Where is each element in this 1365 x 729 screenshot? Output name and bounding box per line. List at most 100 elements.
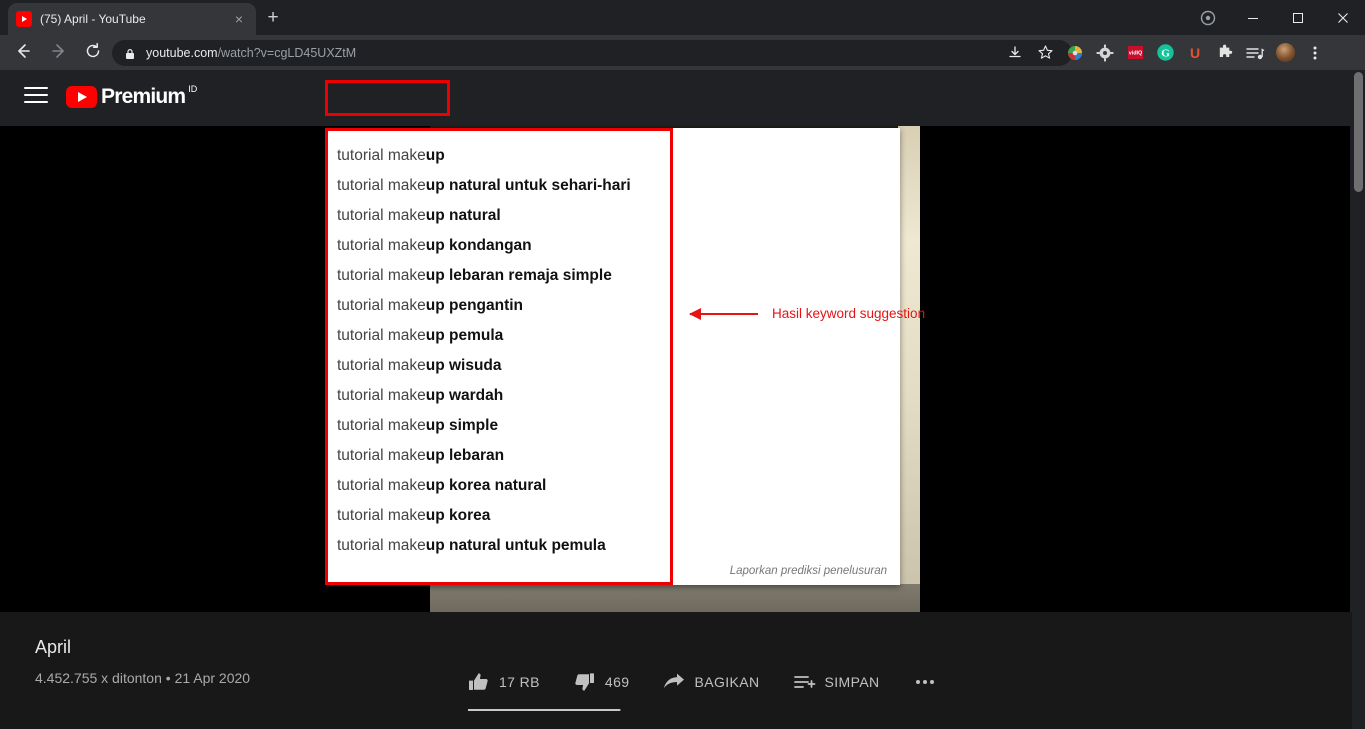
share-label: BAGIKAN (694, 674, 760, 690)
browser-window: (75) April - YouTube × + youtube.com/wat… (0, 0, 1365, 729)
shield-status-icon[interactable] (1185, 0, 1230, 35)
scrollbar-thumb[interactable] (1354, 72, 1363, 192)
suggestion-prefix: tutorial make (337, 417, 426, 434)
suggestion-completion: up natural untuk pemula (425, 537, 606, 554)
browser-toolbar: youtube.com/watch?v=cgLD45UXZtM vidIQ G (0, 35, 1365, 70)
suggestion-prefix: tutorial make (337, 447, 426, 464)
youtube-favicon-icon (16, 11, 32, 27)
grammarly-icon[interactable]: G (1150, 35, 1180, 70)
url-domain: youtube.com (146, 46, 218, 60)
browser-tab[interactable]: (75) April - YouTube × (8, 3, 256, 35)
suggestion-prefix: tutorial make (337, 267, 426, 284)
ublock-icon[interactable]: U (1180, 35, 1210, 70)
new-tab-button[interactable]: + (262, 8, 284, 30)
suggestion-item[interactable]: tutorial make up korea natural (337, 471, 900, 501)
like-count: 17 RB (499, 674, 540, 690)
suggestion-prefix: tutorial make (337, 387, 426, 404)
save-button[interactable]: SIMPAN (793, 672, 880, 692)
video-info-section: April 4.452.755 x ditonton • 21 Apr 2020… (0, 612, 1353, 729)
suggestion-completion: up natural untuk sehari-hari (425, 177, 631, 194)
youtube-masthead: Premium ID Tuliskan di sini (0, 70, 1353, 184)
suggestion-completion: up pemula (425, 327, 504, 344)
suggestion-completion: up pengantin (425, 297, 524, 314)
download-icon[interactable] (1000, 35, 1030, 70)
annotation-arrow-icon (689, 307, 758, 320)
suggestion-item[interactable]: tutorial make up wardah (337, 381, 900, 411)
suggestion-completion: up kondangan (425, 237, 532, 254)
suggestion-prefix: tutorial make (337, 537, 426, 554)
tab-title: (75) April - YouTube (40, 12, 146, 26)
omnibox-actions: vidIQ G U (1000, 35, 1330, 70)
bookmark-star-icon[interactable] (1030, 35, 1060, 70)
suggestion-item[interactable]: tutorial make up natural untuk sehari-ha… (337, 171, 900, 201)
suggestions-list: tutorial make up tutorial make up natura… (327, 128, 900, 561)
suggestion-prefix: tutorial make (337, 477, 426, 494)
page-title: April (35, 637, 72, 657)
like-button[interactable]: 17 RB (468, 672, 540, 692)
suggestion-prefix: tutorial make (337, 357, 426, 374)
video-player[interactable]: 0:07 / 4:21 (0, 126, 1350, 612)
youtube-premium-logo[interactable]: Premium ID (66, 84, 198, 108)
suggestion-item[interactable]: tutorial make up natural untuk pemula (337, 531, 900, 561)
search-suggestions-panel[interactable]: tutorial make up tutorial make up natura… (327, 128, 900, 585)
suggestion-item[interactable]: tutorial make up wisuda (337, 351, 900, 381)
suggestion-prefix: tutorial make (337, 297, 426, 314)
suggestion-prefix: tutorial make (337, 177, 426, 194)
dislike-count: 469 (604, 674, 630, 690)
suggestion-prefix: tutorial make (337, 507, 426, 524)
maximize-window-button[interactable] (1275, 0, 1320, 35)
suggestion-completion: up lebaran remaja simple (425, 267, 612, 284)
suggestion-completion: up lebaran (425, 447, 505, 464)
logo-country-code: ID (188, 84, 198, 94)
save-label: SIMPAN (824, 674, 880, 690)
suggestion-item[interactable]: tutorial make up pemula (337, 321, 900, 351)
svg-text:vidIQ: vidIQ (1128, 51, 1141, 57)
kebab-menu-icon[interactable] (1300, 35, 1330, 70)
back-button[interactable] (12, 42, 34, 64)
suggestion-completion: up korea natural (425, 477, 547, 494)
close-tab-icon[interactable]: × (230, 12, 248, 26)
suggestion-item[interactable]: tutorial make up lebaran remaja simple (337, 261, 900, 291)
suggestion-item[interactable]: tutorial make up kondangan (337, 231, 900, 261)
like-ratio-remainder (620, 709, 621, 711)
lock-icon (124, 47, 136, 59)
suggestion-completion: up natural (425, 207, 501, 224)
close-window-button[interactable] (1320, 0, 1365, 35)
suggestion-completion: up simple (425, 417, 499, 434)
suggestion-completion: up (425, 147, 445, 164)
vidiq-icon[interactable]: vidIQ (1120, 35, 1150, 70)
puzzle-extensions-icon[interactable] (1210, 35, 1240, 70)
youtube-play-icon (66, 86, 97, 108)
suggestion-completion: up wisuda (425, 357, 502, 374)
address-bar[interactable]: youtube.com/watch?v=cgLD45UXZtM (112, 40, 1072, 66)
suggestion-item[interactable]: tutorial make up (337, 141, 900, 171)
video-meta: 4.452.755 x ditonton • 21 Apr 2020 (35, 670, 251, 686)
page-scrollbar[interactable] (1352, 70, 1365, 729)
dislike-button[interactable]: 469 (574, 672, 630, 692)
suggestion-item[interactable]: tutorial make up natural (337, 201, 900, 231)
profile-avatar[interactable] (1270, 35, 1300, 70)
logo-word: Premium (101, 85, 186, 108)
suggestion-item[interactable]: tutorial make up lebaran (337, 441, 900, 471)
suggestion-prefix: tutorial make (337, 237, 426, 254)
suggestion-completion: up wardah (425, 387, 504, 404)
playlist-extension-icon[interactable] (1240, 35, 1270, 70)
svg-text:G: G (1161, 48, 1170, 60)
hamburger-menu-icon[interactable] (24, 87, 48, 109)
suggestion-item[interactable]: tutorial make up korea (337, 501, 900, 531)
colorzilla-icon[interactable] (1060, 35, 1090, 70)
annotation-results-hint-label: Hasil keyword suggestion (772, 306, 926, 321)
more-actions-icon[interactable] (914, 678, 936, 686)
gear-extension-icon[interactable] (1090, 35, 1120, 70)
suggestion-item[interactable]: tutorial make up simple (337, 411, 900, 441)
minimize-window-button[interactable] (1230, 0, 1275, 35)
tab-strip: (75) April - YouTube × + (0, 0, 1365, 35)
share-button[interactable]: BAGIKAN (663, 672, 759, 692)
forward-button[interactable] (48, 42, 70, 64)
window-controls (1185, 0, 1365, 35)
suggestion-completion: up korea (425, 507, 491, 524)
suggestion-prefix: tutorial make (337, 207, 426, 224)
reload-button[interactable] (82, 42, 104, 64)
report-predictions-link[interactable]: Laporkan prediksi penelusuran (730, 565, 887, 577)
annotation-results-hint: Hasil keyword suggestion (689, 306, 926, 321)
